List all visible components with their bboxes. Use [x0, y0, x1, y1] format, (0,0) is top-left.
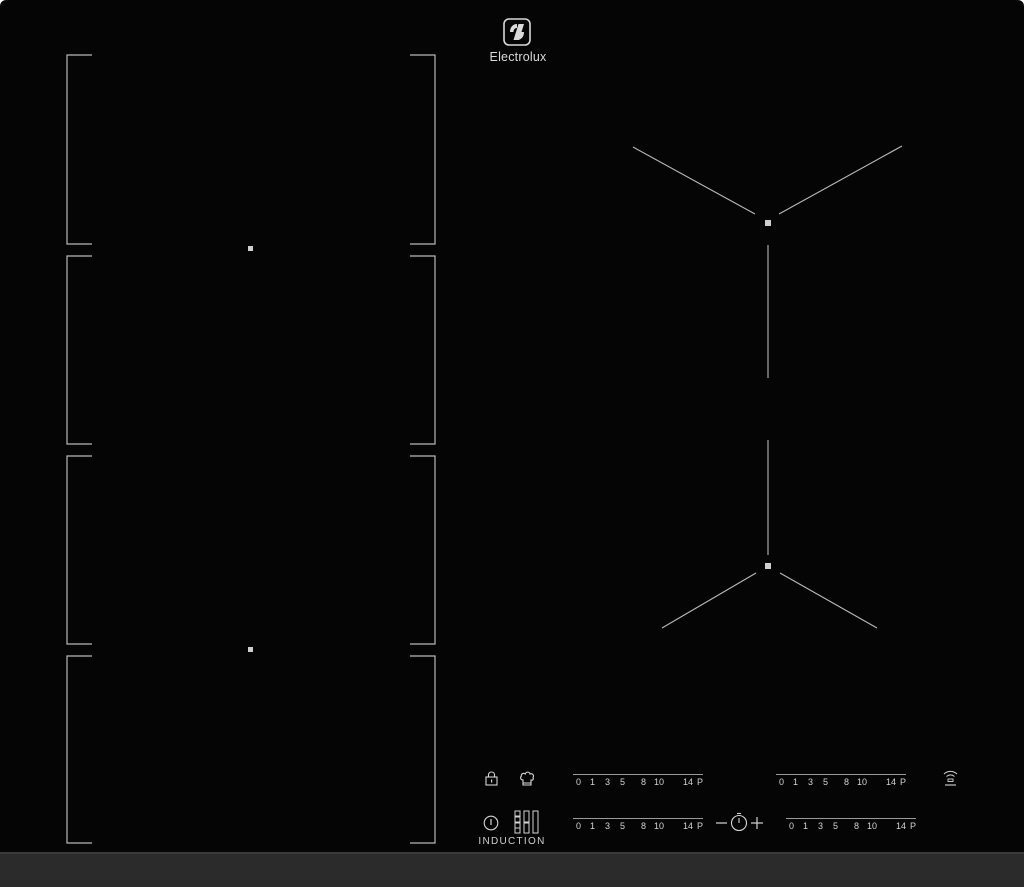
scale-tick[interactable]: 0 [779, 777, 784, 787]
scale-tick[interactable]: 0 [576, 821, 581, 831]
right-front-zone-mark [765, 563, 771, 569]
scale-tick[interactable]: 10 [867, 821, 877, 831]
scale-tick[interactable]: 5 [833, 821, 838, 831]
scale-tick[interactable]: 3 [605, 777, 610, 787]
scale-tick[interactable]: 3 [818, 821, 823, 831]
hob-front-frame-edge [0, 852, 1024, 854]
plus-icon[interactable] [750, 816, 764, 830]
scale-tick[interactable]: 3 [808, 777, 813, 787]
hob2hood-icon[interactable] [943, 770, 958, 788]
scale-tick[interactable]: 5 [620, 821, 625, 831]
scale-tick[interactable]: P [697, 777, 703, 787]
scale-tick[interactable]: 3 [605, 821, 610, 831]
power-scale-top-right[interactable]: 0 1 3 5 8 10 14 P [776, 774, 911, 788]
scale-tick[interactable]: 10 [857, 777, 867, 787]
lock-icon[interactable] [485, 771, 498, 786]
scale-tick[interactable]: 5 [823, 777, 828, 787]
flex-zone-center-mark-bottom [248, 647, 253, 652]
power-scale-top-left[interactable]: 0 1 3 5 8 10 14 P [573, 774, 708, 788]
power-scale-bottom-right[interactable]: 0 1 3 5 8 10 14 P [786, 818, 921, 832]
power-icon[interactable] [483, 815, 499, 831]
scale-tick[interactable]: P [697, 821, 703, 831]
brand-name: Electrolux [489, 50, 547, 64]
induction-hob [0, 0, 1024, 887]
induction-label: INDUCTION [478, 836, 546, 847]
minus-icon[interactable] [715, 816, 728, 830]
scale-tick[interactable]: 0 [789, 821, 794, 831]
flex-zone-center-mark-top [248, 246, 253, 251]
scale-tick[interactable]: 1 [590, 777, 595, 787]
scale-tick[interactable]: 1 [590, 821, 595, 831]
scale-tick[interactable]: 8 [641, 777, 646, 787]
scale-tick[interactable]: 0 [576, 777, 581, 787]
scale-tick[interactable]: 10 [654, 777, 664, 787]
scale-tick[interactable]: 14 [683, 777, 693, 787]
timer-icon[interactable] [729, 812, 749, 832]
scale-tick[interactable]: 8 [641, 821, 646, 831]
chef-hat-icon[interactable] [519, 770, 535, 788]
scale-tick[interactable]: 5 [620, 777, 625, 787]
power-scale-bottom-left[interactable]: 0 1 3 5 8 10 14 P [573, 818, 708, 832]
scale-tick[interactable]: 14 [683, 821, 693, 831]
scale-tick[interactable]: 8 [844, 777, 849, 787]
hob-glass-surface [0, 0, 1024, 887]
scale-tick[interactable]: 8 [854, 821, 859, 831]
bridge-zones-icon[interactable] [514, 810, 540, 834]
scale-tick[interactable]: 10 [654, 821, 664, 831]
hob-front-frame [0, 852, 1024, 887]
electrolux-logo-icon [503, 18, 531, 46]
scale-tick[interactable]: 14 [886, 777, 896, 787]
scale-tick[interactable]: 1 [803, 821, 808, 831]
scale-tick[interactable]: P [900, 777, 906, 787]
right-rear-zone-mark [765, 220, 771, 226]
scale-tick[interactable]: 14 [896, 821, 906, 831]
scale-tick[interactable]: P [910, 821, 916, 831]
scale-tick[interactable]: 1 [793, 777, 798, 787]
